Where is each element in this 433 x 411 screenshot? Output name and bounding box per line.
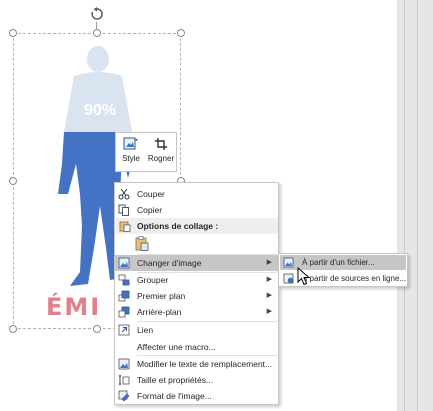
from-online-icon <box>283 273 294 284</box>
resize-handle-bottom[interactable] <box>93 325 101 333</box>
resize-handle-bottom-left[interactable] <box>9 325 17 333</box>
copy-icon <box>118 204 129 216</box>
submenu-label: À partir d'un fichier... <box>302 258 375 267</box>
menu-label: Taille et propriétés... <box>137 375 214 385</box>
change-picture-icon <box>118 257 130 269</box>
menu-item-group[interactable]: Grouper ▶ <box>115 272 278 288</box>
bring-front-icon <box>118 290 130 302</box>
menu-item-bring-front[interactable]: Premier plan ▶ <box>115 288 278 304</box>
context-menu: Couper Copier Options de collage : Chang… <box>114 182 279 405</box>
paste-keep-icon <box>135 236 149 251</box>
size-icon <box>119 375 130 385</box>
wordart-text: ÉMI <box>46 293 102 321</box>
menu-item-size-properties[interactable]: Taille et propriétés... <box>115 372 278 388</box>
menu-label: Lien <box>137 325 154 335</box>
submenu-arrow-icon: ▶ <box>266 259 272 266</box>
crop-button[interactable]: Rogner <box>146 133 176 171</box>
menu-label: Couper <box>137 189 165 199</box>
format-picture-icon <box>118 390 130 402</box>
send-back-icon <box>118 306 130 318</box>
paste-icon <box>119 221 131 232</box>
menu-label: Format de l'image... <box>137 391 212 401</box>
resize-handle-left[interactable] <box>9 177 17 185</box>
crop-label: Rogner <box>147 154 175 163</box>
mini-toolbar: Style Rogner <box>115 132 177 172</box>
menu-label: Grouper <box>137 275 169 285</box>
menu-item-alt-text[interactable]: Modifier le texte de remplacement... <box>115 356 278 372</box>
group-icon <box>118 274 130 286</box>
resize-handle-top-right[interactable] <box>177 29 185 37</box>
submenu-arrow-icon: ▶ <box>266 292 272 299</box>
rotate-handle-icon[interactable] <box>90 7 104 21</box>
submenu-arrow-icon: ▶ <box>266 276 272 283</box>
paste-keep-button[interactable] <box>135 236 151 252</box>
submenu-arrow-icon: ▶ <box>266 308 272 315</box>
style-label: Style <box>122 154 140 163</box>
link-icon <box>118 324 130 336</box>
vertical-scroll-area[interactable] <box>397 0 433 411</box>
menu-item-link[interactable]: Lien <box>115 322 278 338</box>
from-file-icon <box>283 257 294 268</box>
menu-label: Options de collage : <box>137 221 219 231</box>
menu-label: Modifier le texte de remplacement... <box>137 359 273 369</box>
scroll-divider <box>417 0 418 411</box>
menu-label: Affecter une macro... <box>137 342 216 352</box>
menu-item-assign-macro[interactable]: Affecter une macro... <box>115 339 278 355</box>
alt-text-icon <box>118 358 130 370</box>
menu-item-cut[interactable]: Couper <box>115 186 278 202</box>
menu-label: Copier <box>137 205 163 215</box>
scissors-icon <box>118 188 130 200</box>
resize-handle-top[interactable] <box>93 29 101 37</box>
menu-item-change-picture[interactable]: Changer d'image ▶ <box>115 255 278 271</box>
submenu-label: À partir de sources en ligne... <box>302 274 407 283</box>
menu-item-format-picture[interactable]: Format de l'image... <box>115 388 278 404</box>
percent-label: 90% <box>83 102 117 119</box>
paste-options-header: Options de collage : <box>116 218 278 234</box>
crop-icon <box>155 138 167 150</box>
style-button[interactable]: Style <box>116 133 146 171</box>
resize-handle-top-left[interactable] <box>9 29 17 37</box>
menu-item-send-back[interactable]: Arrière-plan ▶ <box>115 304 278 320</box>
picture-style-icon <box>123 137 138 150</box>
menu-label: Premier plan <box>137 291 186 301</box>
scroll-divider <box>404 0 405 411</box>
menu-label: Changer d'image <box>137 258 202 268</box>
menu-item-copy[interactable]: Copier <box>115 202 278 218</box>
menu-label: Arrière-plan <box>137 307 182 317</box>
mouse-pointer-icon <box>297 267 311 286</box>
